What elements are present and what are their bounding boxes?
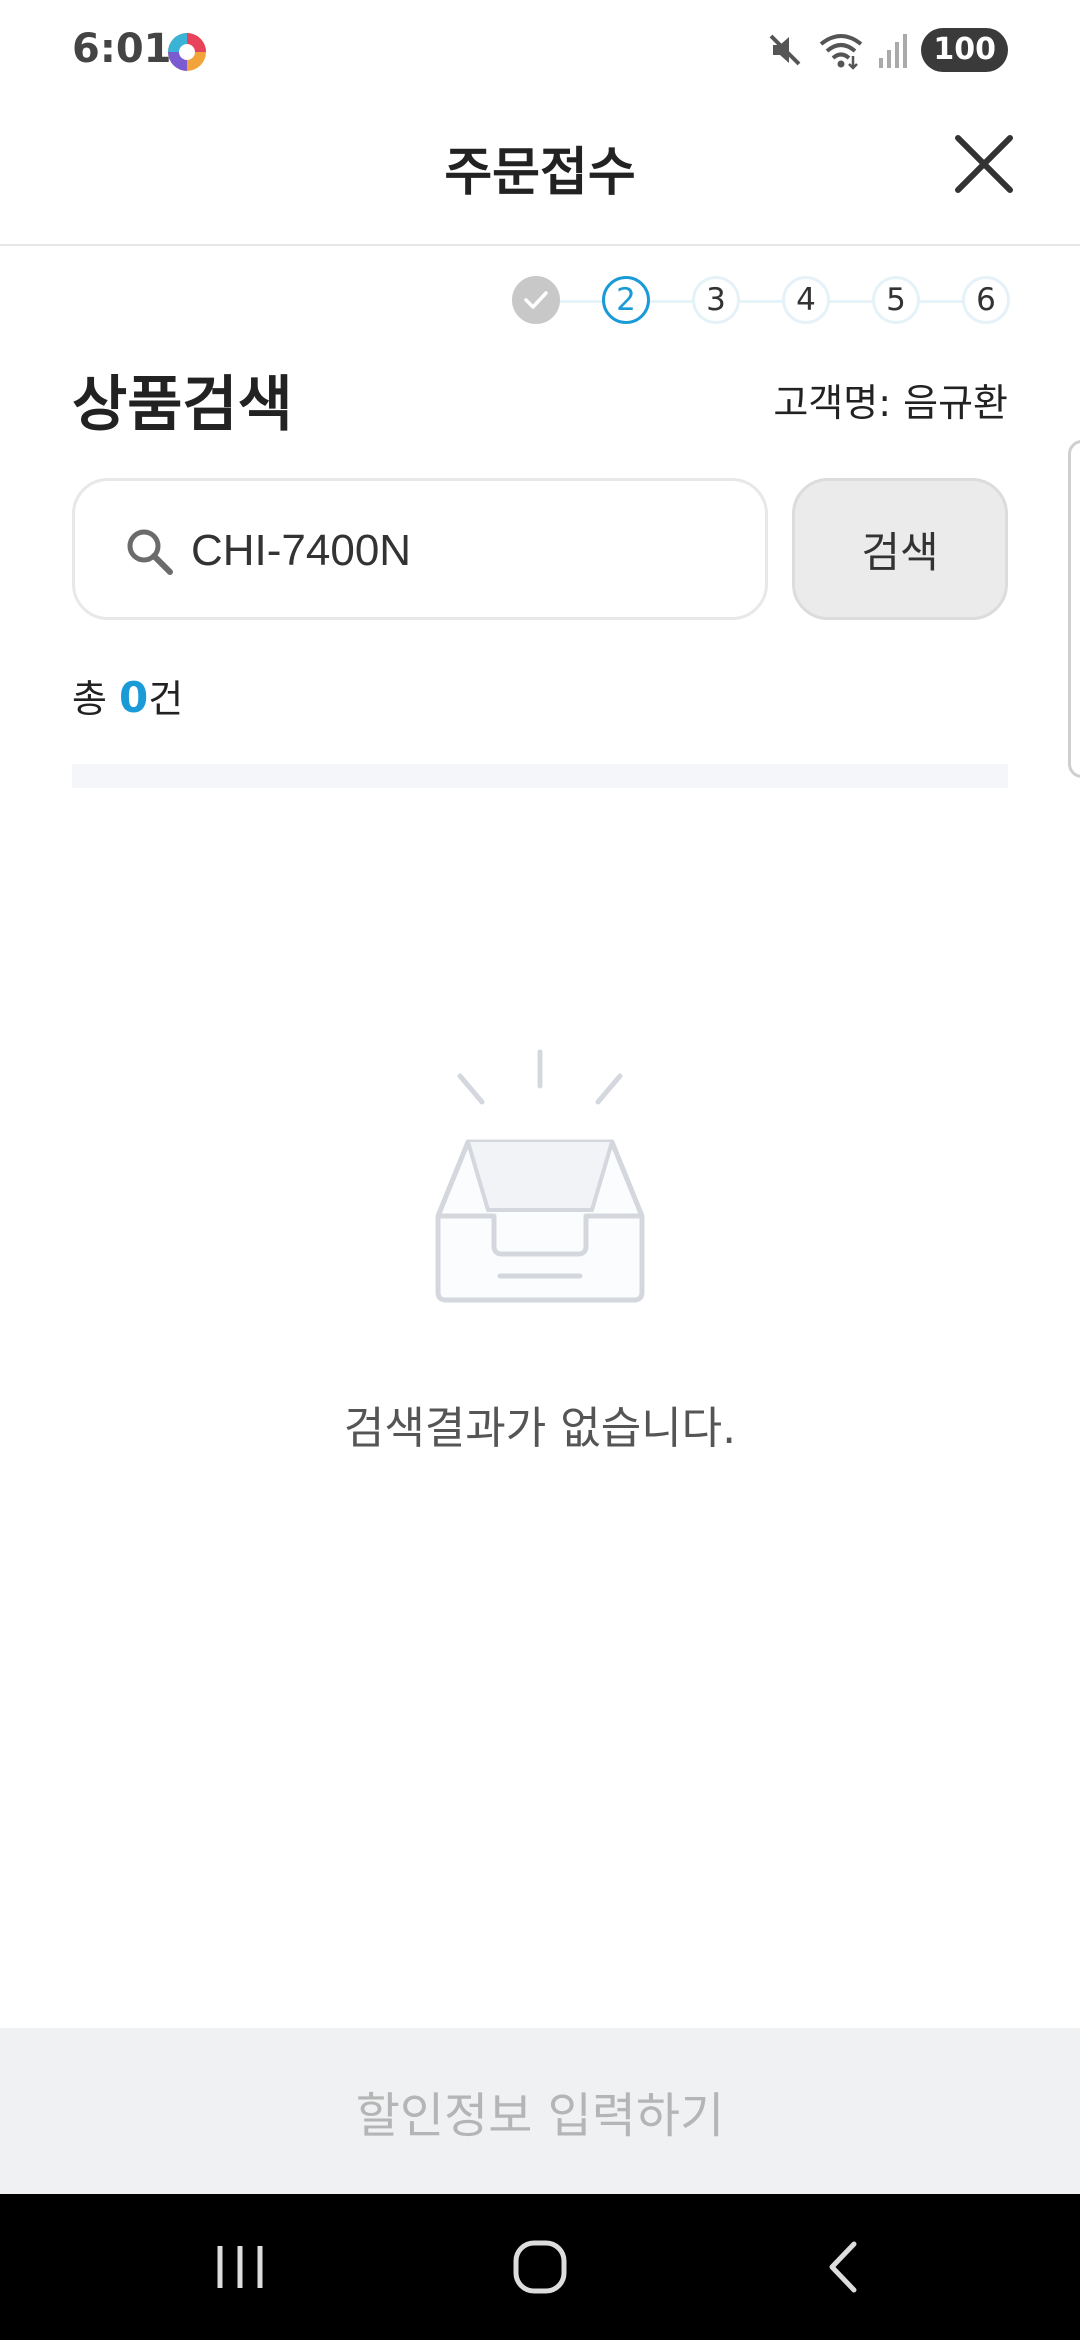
home-icon[interactable] — [500, 2232, 580, 2302]
edge-panel-handle[interactable] — [1068, 440, 1080, 778]
customer-name: 고객명: 음규환 — [773, 381, 1008, 425]
system-nav-bar — [0, 2194, 1080, 2340]
search-box[interactable] — [72, 478, 768, 620]
search-input[interactable] — [191, 511, 731, 591]
empty-inbox-icon — [435, 1049, 645, 1303]
step-2: 2 — [602, 276, 650, 324]
section-title: 상품검색 — [72, 370, 293, 440]
step-3: 3 — [692, 276, 740, 324]
recent-apps-icon[interactable] — [200, 2232, 280, 2302]
result-count-suffix: 건 — [148, 677, 184, 721]
battery-indicator: 100 — [921, 28, 1008, 72]
check-icon — [524, 291, 548, 309]
header: 주문접수 — [0, 100, 1080, 246]
wifi-icon — [820, 34, 863, 70]
app-color-icon — [168, 33, 206, 71]
close-icon[interactable] — [948, 128, 1020, 200]
result-count: 총 0건 — [72, 668, 183, 723]
step-1 — [512, 276, 560, 324]
signal-icon — [879, 34, 908, 68]
empty-message: 검색결과가 없습니다. — [343, 1403, 737, 1454]
back-icon[interactable] — [804, 2232, 884, 2302]
search-icon — [127, 529, 173, 575]
discount-info-button[interactable]: 할인정보 입력하기 — [0, 2028, 1080, 2194]
status-time: 6:01 — [72, 26, 172, 72]
screen: 6:01 100 주문접수 2 3 4 5 6 상품검색 고객명: 음규환 CH… — [0, 0, 1080, 2340]
result-count-prefix: 총 — [72, 677, 120, 721]
step-6: 6 — [962, 276, 1010, 324]
search-button[interactable]: 검색 — [792, 478, 1008, 620]
status-icons: 100 — [765, 26, 1008, 74]
page-title: 주문접수 — [444, 143, 636, 203]
step-indicator: 2 3 4 5 6 — [510, 276, 1010, 326]
status-bar: 6:01 100 — [0, 0, 1080, 100]
mute-icon — [769, 34, 801, 66]
step-5: 5 — [872, 276, 920, 324]
result-count-number: 0 — [119, 673, 149, 722]
step-4: 4 — [782, 276, 830, 324]
list-header-divider — [72, 764, 1008, 788]
